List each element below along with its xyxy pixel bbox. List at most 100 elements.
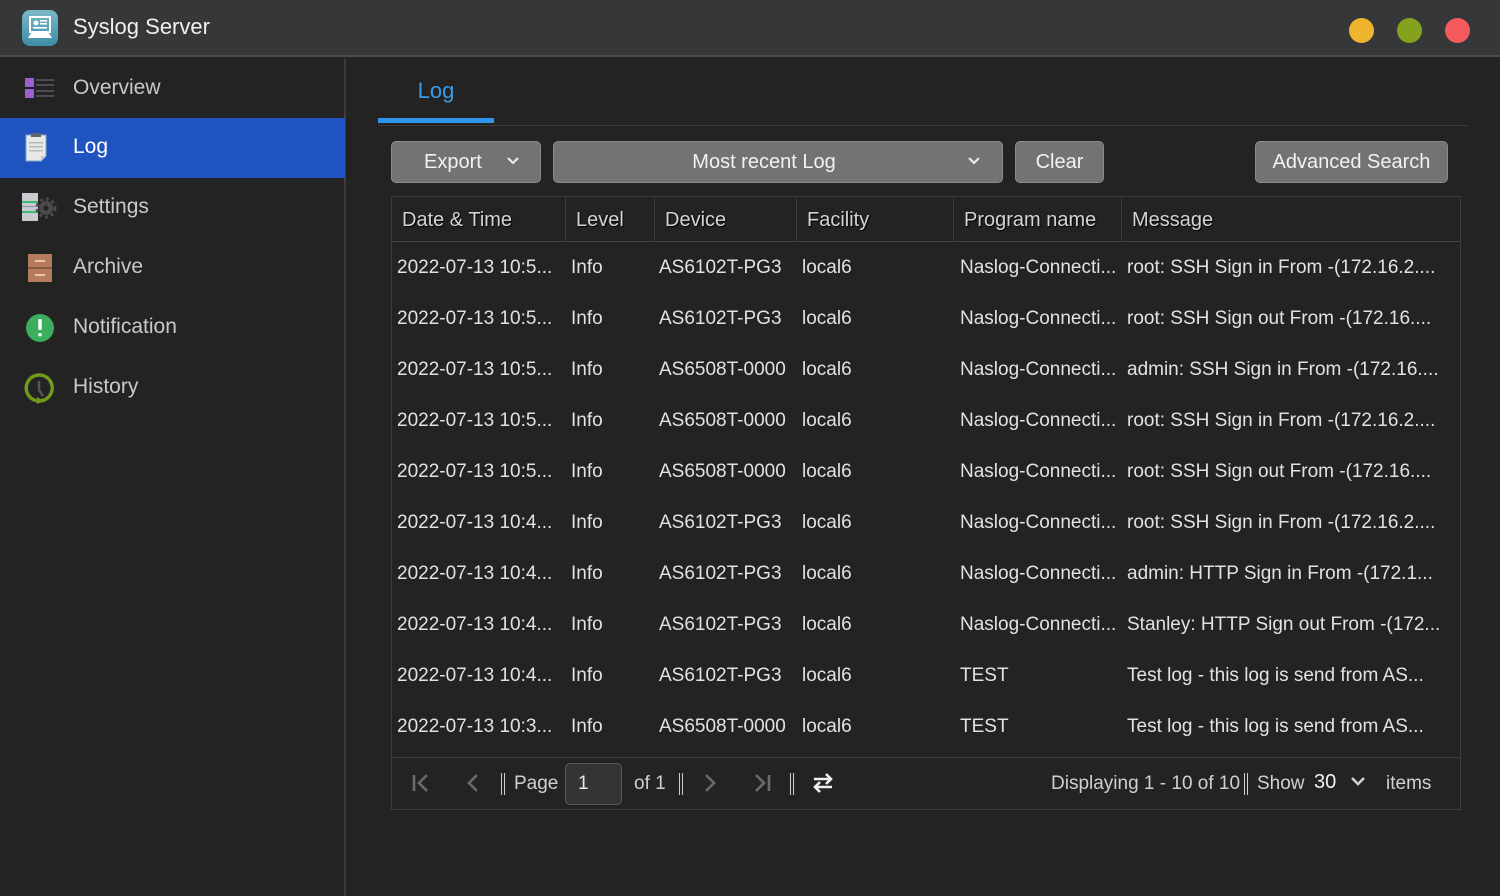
tab-bar: Log [378,59,1468,126]
tab-log[interactable]: Log [378,59,494,124]
cell-program-name: Naslog-Connecti... [960,512,1117,533]
close-button[interactable] [1445,18,1470,43]
cell-device: AS6102T-PG3 [659,563,782,584]
syslog-app-icon [22,10,58,46]
cell-level: Info [571,257,603,278]
cell-facility: local6 [802,308,852,329]
export-label: Export [424,151,482,173]
last-page-icon[interactable] [751,772,773,794]
table-row[interactable]: 2022-07-13 10:5... Info AS6508T-0000 local6… [392,344,1460,395]
cell-date-time: 2022-07-13 10:4... [397,665,553,686]
sidebar: Overview Log Settings Archive Notificati… [0,59,346,896]
cell-message: admin: SSH Sign in From -(172.16.... [1127,359,1439,380]
cell-facility: local6 [802,716,852,737]
cell-level: Info [571,563,603,584]
overview-list-icon [22,73,58,105]
table-row[interactable]: 2022-07-13 10:4... Info AS6102T-PG3 local6 N… [392,497,1460,548]
export-dropdown-button[interactable]: Export [391,141,541,183]
next-page-icon[interactable] [699,772,721,794]
cell-level: Info [571,665,603,686]
table-row[interactable]: 2022-07-13 10:3... Info AS6508T-0000 local6… [392,701,1460,752]
cell-program-name: Naslog-Connecti... [960,308,1117,329]
cell-facility: local6 [802,563,852,584]
cell-date-time: 2022-07-13 10:4... [397,563,553,584]
table-row[interactable]: 2022-07-13 10:5... Info AS6102T-PG3 local6 N… [392,293,1460,344]
sidebar-item-log[interactable]: Log [0,118,345,178]
cell-program-name: Naslog-Connecti... [960,614,1117,635]
pager-separator [501,773,505,795]
column-header-device[interactable]: Device [655,197,797,241]
advanced-search-label: Advanced Search [1272,151,1431,173]
cell-date-time: 2022-07-13 10:3... [397,716,553,737]
first-page-icon[interactable] [410,772,432,794]
clear-label: Clear [1035,151,1084,173]
active-tab-indicator [378,118,494,123]
page-number-input[interactable] [565,763,622,805]
sidebar-item-overview[interactable]: Overview [0,59,345,119]
cell-message: Test log - this log is send from AS... [1127,665,1424,686]
column-header-level[interactable]: Level [566,197,655,241]
log-table: Date & Time Level Device Facility Progra… [391,196,1461,810]
cell-facility: local6 [802,614,852,635]
sidebar-item-history[interactable]: History [0,358,345,418]
tab-label: Log [417,78,455,103]
table-row[interactable]: 2022-07-13 10:4... Info AS6102T-PG3 local6 N… [392,548,1460,599]
table-row[interactable]: 2022-07-13 10:5... Info AS6102T-PG3 local6 N… [392,242,1460,293]
chevron-down-icon [968,157,980,165]
cell-facility: local6 [802,257,852,278]
page-size-chevron-down-icon[interactable] [1350,773,1366,789]
cell-level: Info [571,716,603,737]
cell-date-time: 2022-07-13 10:5... [397,308,553,329]
cell-facility: local6 [802,359,852,380]
sidebar-item-archive[interactable]: Archive [0,238,345,298]
cell-device: AS6102T-PG3 [659,308,782,329]
page-size-value[interactable]: 30 [1314,771,1336,794]
displaying-summary: Displaying 1 - 10 of 10 [1051,773,1241,794]
sidebar-item-label: Notification [73,315,177,338]
cell-device: AS6102T-PG3 [659,512,782,533]
log-range-select[interactable]: Most recent Log [553,141,1003,183]
cell-program-name: TEST [960,716,1009,737]
advanced-search-button[interactable]: Advanced Search [1255,141,1448,183]
show-label: Show [1257,773,1305,794]
table-row[interactable]: 2022-07-13 10:4... Info AS6102T-PG3 local6 T… [392,650,1460,701]
cell-device: AS6508T-0000 [659,461,786,482]
cell-message: Stanley: HTTP Sign out From -(172... [1127,614,1441,635]
cell-level: Info [571,512,603,533]
page-count-label: of 1 [634,773,666,794]
cell-device: AS6508T-0000 [659,716,786,737]
pager-separator [679,773,683,795]
sidebar-item-settings[interactable]: Settings [0,178,345,238]
maximize-button[interactable] [1397,18,1422,43]
archive-drawer-icon [22,252,58,284]
cell-level: Info [571,308,603,329]
cell-message: root: SSH Sign in From -(172.16.2.... [1127,410,1436,431]
table-row[interactable]: 2022-07-13 10:4... Info AS6102T-PG3 local6 N… [392,599,1460,650]
notification-exclamation-icon [22,312,58,344]
sidebar-item-label: History [73,375,139,398]
pagination-bar: Page of 1 Displaying 1 - 10 of 10 Show 3… [392,757,1460,809]
column-header-message[interactable]: Message [1122,197,1460,241]
cell-date-time: 2022-07-13 10:4... [397,614,553,635]
column-header-facility[interactable]: Facility [797,197,954,241]
minimize-button[interactable] [1349,18,1374,43]
sidebar-item-notification[interactable]: Notification [0,298,345,358]
cell-message: Test log - this log is send from AS... [1127,716,1424,737]
table-row[interactable]: 2022-07-13 10:5... Info AS6508T-0000 local6… [392,395,1460,446]
cell-message: admin: HTTP Sign in From -(172.1... [1127,563,1433,584]
column-header-date-time[interactable]: Date & Time [392,197,566,241]
clear-button[interactable]: Clear [1015,141,1104,183]
refresh-icon[interactable] [811,771,835,795]
previous-page-icon[interactable] [462,772,484,794]
table-row[interactable]: 2022-07-13 10:5... Info AS6508T-0000 local6… [392,446,1460,497]
items-label: items [1386,773,1432,794]
sidebar-item-label: Log [73,135,109,158]
title-bar: Syslog Server [0,0,1500,57]
cell-message: root: SSH Sign in From -(172.16.2.... [1127,257,1436,278]
column-header-program-name[interactable]: Program name [954,197,1122,241]
cell-message: root: SSH Sign out From -(172.16.... [1127,308,1432,329]
main-content: Log Export Most recent Log Clear Advance… [348,59,1500,896]
settings-server-gear-icon [22,192,58,224]
cell-program-name: Naslog-Connecti... [960,410,1117,431]
chevron-down-icon [507,157,519,165]
